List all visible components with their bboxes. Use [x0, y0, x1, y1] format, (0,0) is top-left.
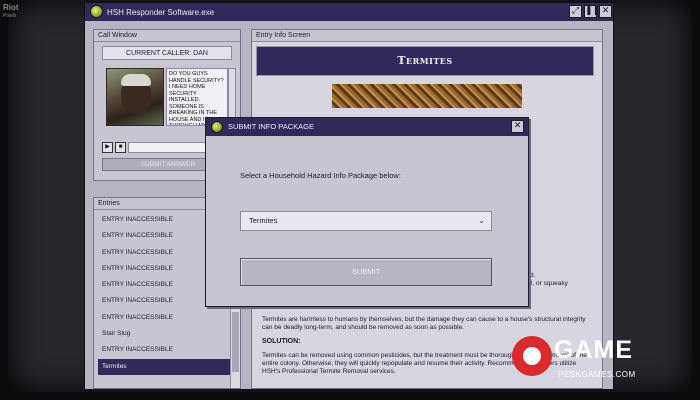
riot-pixels-watermark: Riot Pixels [3, 4, 19, 20]
close-icon[interactable]: ✕ [511, 120, 524, 133]
riot-text: Riot [3, 3, 19, 12]
app-title: HSH Responder Software.exe [107, 7, 215, 17]
caller-hair [121, 74, 151, 86]
riot-sub-text: Pixels [3, 13, 17, 19]
game-watermark-sub: PESKGAMES.COM [558, 370, 636, 379]
selected-option: Termites [249, 216, 278, 225]
list-item[interactable]: ENTRY INACCESSIBLE [98, 342, 230, 358]
close-icon[interactable]: ✕ [599, 5, 612, 18]
pause-icon[interactable]: ❚❚ [584, 5, 600, 18]
call-window-header: Call Window [94, 30, 240, 42]
caller-photo [106, 68, 164, 126]
list-item[interactable]: Stair Slug [98, 326, 230, 342]
dialog-title: SUBMIT INFO PACKAGE [228, 122, 314, 131]
scroll-thumb[interactable] [232, 312, 239, 372]
resize-icon[interactable]: ⤢ [569, 5, 582, 18]
submit-info-package-dialog: SUBMIT INFO PACKAGE ✕ Select a Household… [205, 117, 529, 307]
dialog-titlebar: SUBMIT INFO PACKAGE ✕ [206, 118, 528, 136]
termite-photo [332, 84, 522, 108]
submit-button[interactable]: SUBMIT [240, 258, 492, 286]
entry-info-header: Entry Info Screen [252, 30, 602, 42]
info-package-select[interactable]: Termites ⌄ [240, 211, 492, 231]
partial-text-1: wood. [518, 272, 598, 280]
current-caller-label: CURRENT CALLER: DAN [102, 46, 232, 60]
play-icon[interactable]: ▶ [102, 142, 113, 153]
game-watermark: GAME [554, 336, 633, 364]
stop-icon[interactable]: ■ [115, 142, 126, 153]
hsh-logo-icon [90, 5, 103, 18]
entry-title-banner: Termites [256, 46, 594, 76]
solution-heading: SOLUTION: [262, 338, 301, 345]
list-item[interactable]: ENTRY INACCESSIBLE [98, 310, 230, 326]
dialog-prompt: Select a Household Hazard Info Package b… [240, 171, 401, 180]
playback-controls: ▶ ■ [102, 142, 126, 153]
app-titlebar: HSH Responder Software.exe ⤢ ❚❚ ✕ [85, 3, 613, 21]
partial-text-2: ywall, or squeaky [518, 280, 568, 287]
app-window: HSH Responder Software.exe ⤢ ❚❚ ✕ Call W… [84, 2, 614, 390]
danger-text: Termites are harmless to humans by thems… [262, 316, 586, 331]
gamepesk-logo-icon [512, 336, 552, 376]
hsh-logo-icon [211, 121, 223, 133]
list-item-selected[interactable]: Termites [98, 358, 230, 375]
chevron-down-icon: ⌄ [478, 216, 485, 225]
